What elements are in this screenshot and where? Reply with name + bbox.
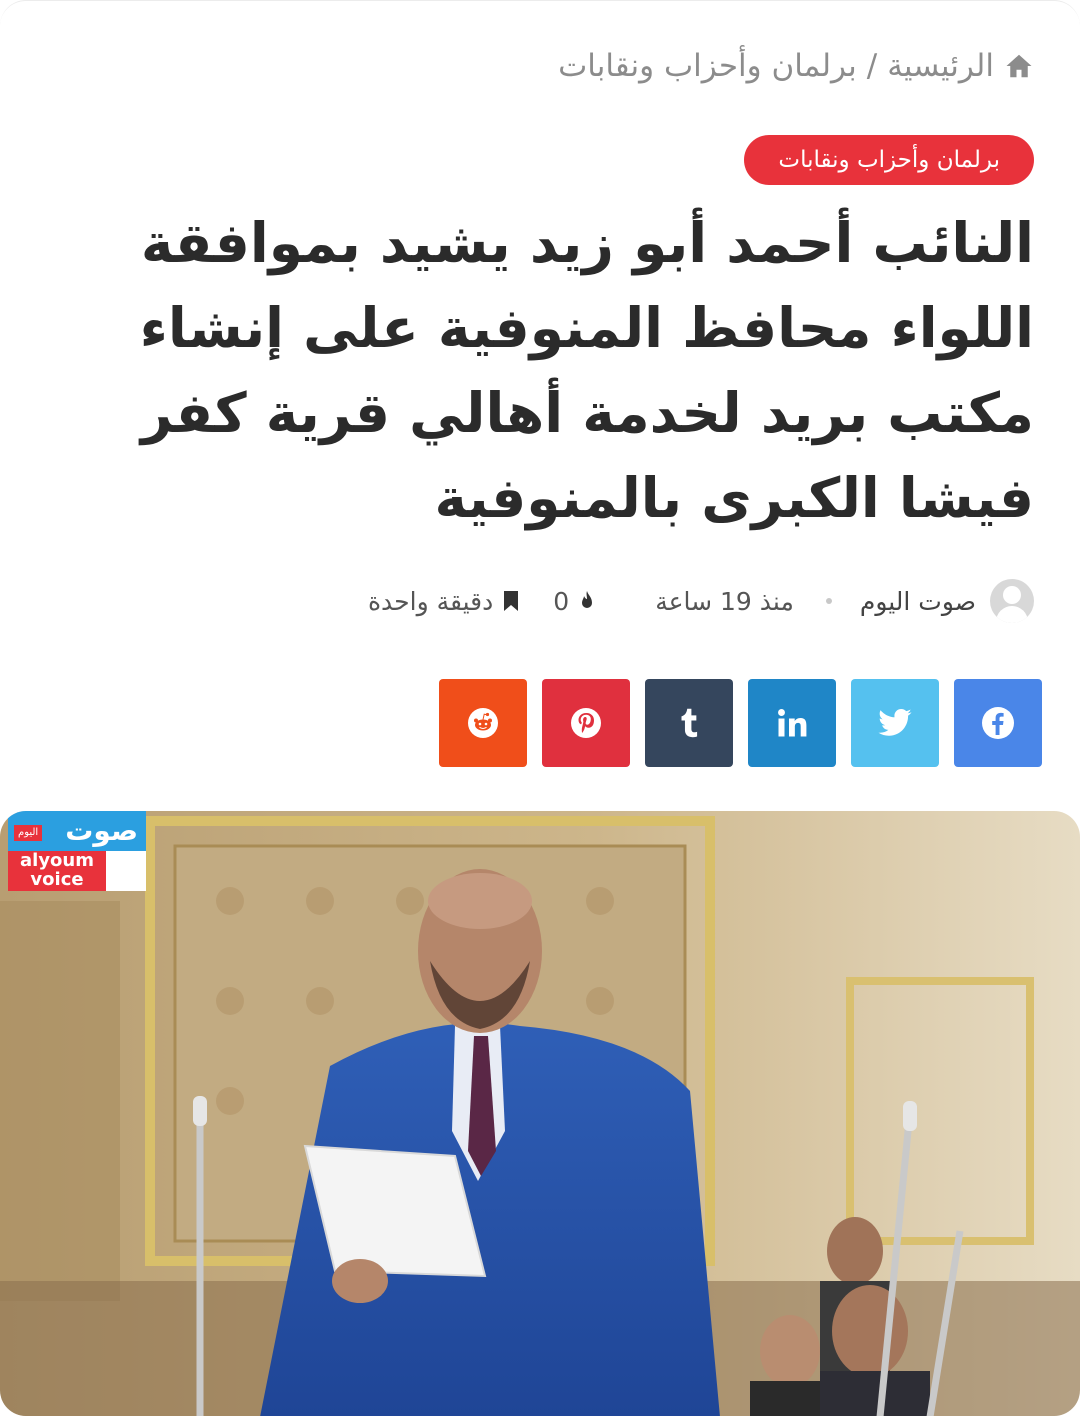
category-badge[interactable]: برلمان وأحزاب ونقابات: [744, 135, 1034, 185]
linkedin-icon: [778, 709, 807, 737]
share-tumblr-button[interactable]: [645, 679, 733, 767]
facebook-icon: [982, 707, 1014, 739]
logo-tag-alyoum: اليوم: [18, 827, 39, 838]
publish-time: منذ 19 ساعة: [655, 586, 794, 616]
breadcrumb: الرئيسية / برلمان وأحزاب ونقابات: [46, 43, 1034, 89]
tumblr-icon: [681, 708, 698, 738]
reading-time-value: دقيقة واحدة: [367, 586, 494, 616]
fire-icon: [582, 591, 593, 608]
breadcrumb-section[interactable]: برلمان وأحزاب ونقابات: [558, 48, 857, 84]
share-twitter-button[interactable]: [851, 679, 939, 767]
logo-word-alyoum: alyoum: [20, 850, 94, 871]
article-meta: صوت اليوم منذ 19 ساعة 0 دقيقة واحدة: [46, 575, 1034, 627]
featured-image[interactable]: صوت اليوم alyoum voice: [0, 811, 1080, 1416]
meta-separator-dot: [825, 598, 832, 604]
author-name[interactable]: صوت اليوم: [860, 587, 976, 616]
reading-time: دقيقة واحدة: [368, 587, 523, 616]
author-avatar[interactable]: [990, 579, 1034, 623]
alyoum-voice-logo: صوت اليوم alyoum voice: [8, 811, 146, 891]
bookmark-icon: [504, 591, 519, 611]
breadcrumb-separator: /: [866, 48, 878, 84]
parliament-photo: [0, 811, 1080, 1416]
views-value: 0: [553, 586, 570, 616]
logo-word-sout: صوت: [65, 814, 138, 847]
article-title: النائب أحمد أبو زيد يشيد بموافقة اللواء …: [139, 211, 1034, 530]
pinterest-icon: [571, 708, 601, 738]
home-icon[interactable]: [1004, 51, 1034, 81]
reddit-icon: [468, 708, 498, 738]
article-card: الرئيسية / برلمان وأحزاب ونقابات برلمان …: [0, 0, 1080, 1416]
share-pinterest-button[interactable]: [542, 679, 630, 767]
logo-word-voice: voice: [30, 869, 84, 890]
share-facebook-button[interactable]: [954, 679, 1042, 767]
share-buttons: [439, 679, 1042, 767]
breadcrumb-home-link[interactable]: الرئيسية: [887, 48, 994, 84]
share-reddit-button[interactable]: [439, 679, 527, 767]
views-count: 0: [553, 587, 599, 616]
twitter-icon: [878, 709, 912, 736]
share-linkedin-button[interactable]: [748, 679, 836, 767]
